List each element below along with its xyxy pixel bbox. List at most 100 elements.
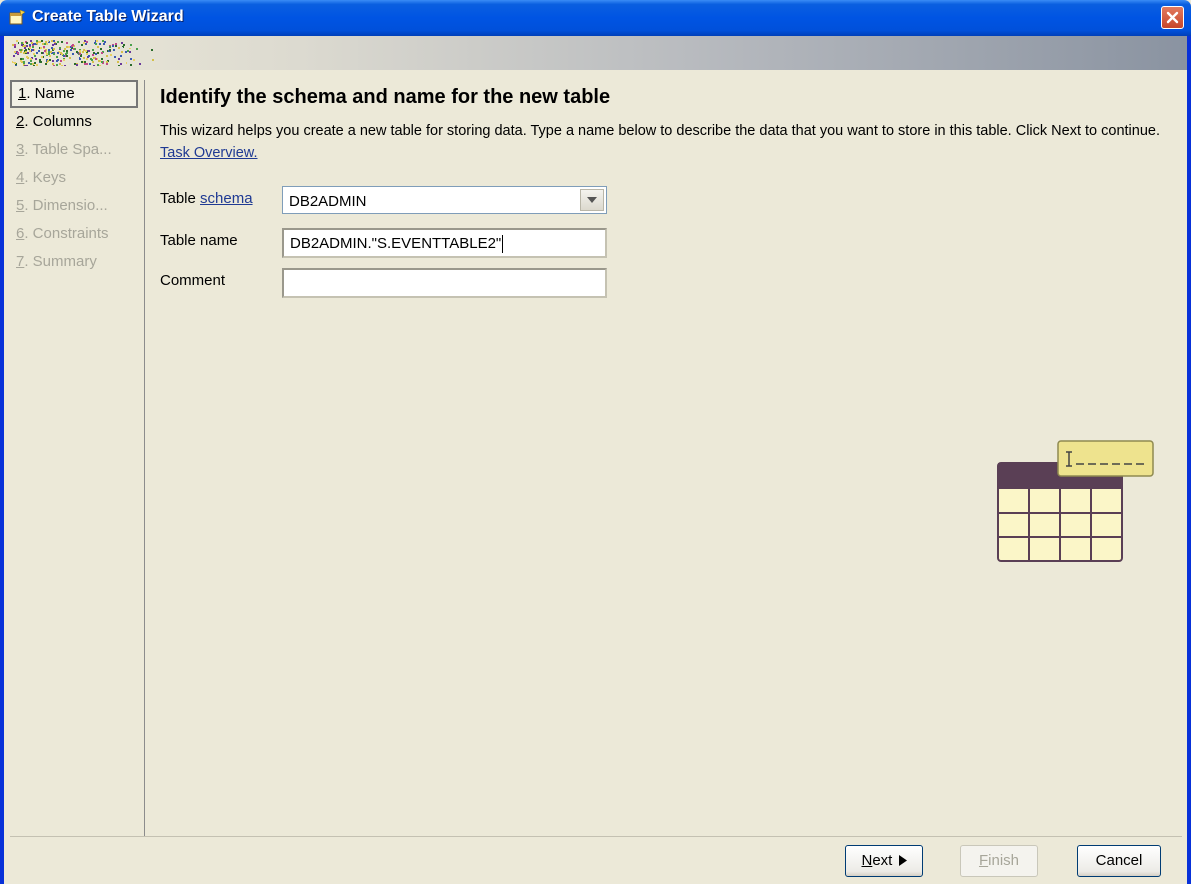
banner-dot [81, 61, 83, 63]
banner-dot [13, 60, 15, 62]
banner-dot [56, 56, 58, 58]
banner-dot [95, 53, 97, 55]
banner-dot [34, 55, 36, 57]
banner-dot [72, 53, 74, 55]
banner-dot [81, 44, 83, 46]
banner-dot [32, 46, 34, 48]
wizard-steps: 1. Name 2. Columns 3. Table Spa... 4. Keys 5… [10, 80, 145, 836]
banner-dot [44, 55, 46, 57]
step-item-7: 7. Summary [10, 248, 138, 276]
schema-label-text: Table [160, 190, 201, 207]
banner-dot [53, 65, 55, 66]
banner-dot [110, 54, 112, 56]
banner-dot [50, 51, 52, 53]
banner-dot [30, 58, 32, 60]
banner-dot [41, 40, 43, 42]
schema-combobox[interactable]: DB2ADMIN [282, 186, 607, 214]
banner-dot [46, 53, 48, 55]
banner-dot [74, 63, 76, 65]
banner-dot [109, 56, 111, 58]
banner-dot [45, 46, 47, 48]
banner-dot [83, 57, 85, 59]
banner-dot [108, 58, 110, 60]
banner-dot [52, 63, 54, 65]
next-label: ext [872, 852, 893, 869]
banner-dot [36, 42, 38, 44]
table-name-input[interactable]: DB2ADMIN."S.EVENTTABLE2" [282, 228, 607, 258]
banner-dot [46, 43, 48, 45]
banner-dot [57, 59, 59, 61]
cancel-button[interactable]: Cancel [1077, 845, 1161, 877]
banner-dot [20, 58, 22, 60]
banner-dot [25, 51, 27, 53]
banner-dot [33, 57, 35, 59]
comment-input[interactable] [282, 268, 607, 298]
banner-dot [66, 55, 68, 57]
banner-dot [26, 45, 28, 47]
banner-dot [115, 45, 117, 47]
step-item-6: 6. Constraints [10, 220, 138, 248]
banner-dot [14, 62, 16, 64]
banner-dot [100, 48, 102, 50]
banner-dot [56, 64, 58, 66]
step-label: . Name [26, 85, 75, 102]
schema-dropdown-button[interactable] [580, 189, 604, 211]
task-overview-link[interactable]: Task Overview. [160, 145, 258, 161]
banner-dot [133, 59, 135, 61]
step-item-2[interactable]: 2. Columns [10, 108, 138, 136]
banner-dot [68, 46, 70, 48]
banner-dot [103, 43, 105, 45]
banner-dot [92, 49, 94, 51]
banner-dot [125, 51, 127, 53]
next-mnemonic: N [861, 852, 873, 869]
banner-dot [12, 44, 14, 46]
page-title: Identify the schema and name for the new… [160, 86, 611, 108]
banner-dot [41, 52, 43, 54]
banner-dot [23, 52, 25, 54]
banner-dot [12, 48, 14, 50]
banner-dot [88, 55, 90, 57]
chevron-down-icon [587, 197, 597, 203]
step-label: . Dimensio... [24, 197, 108, 214]
banner-dot [83, 49, 85, 51]
banner-dot [88, 40, 90, 42]
banner-dot [95, 58, 97, 60]
banner-dot [64, 48, 66, 50]
banner-dot [20, 51, 22, 53]
banner-dot [118, 58, 120, 60]
banner-dot [88, 50, 90, 52]
banner-dot [24, 47, 26, 49]
close-button[interactable] [1161, 6, 1184, 29]
banner-dot [130, 44, 132, 46]
banner-dot [51, 47, 53, 49]
banner-dot [30, 40, 32, 42]
banner-dot [92, 54, 94, 56]
banner-dot [129, 51, 131, 53]
banner-dot [28, 62, 30, 64]
banner-dot [98, 60, 100, 62]
wizard-banner [4, 36, 1187, 70]
finish-button[interactable]: Finish [960, 845, 1038, 877]
banner-dot [53, 40, 55, 42]
next-button[interactable]: Next [845, 845, 923, 877]
close-icon [1166, 11, 1179, 24]
banner-dot [20, 60, 22, 62]
banner-dot [25, 49, 27, 51]
banner-dot [136, 48, 138, 50]
arrow-right-icon [898, 855, 907, 866]
banner-dot [44, 50, 46, 52]
banner-dot [40, 47, 42, 49]
wizard-icon [9, 9, 26, 26]
title-bar[interactable]: Create Table Wizard [0, 0, 1191, 36]
step-item-1[interactable]: 1. Name [10, 80, 138, 108]
banner-dot [32, 63, 34, 65]
banner-dot [114, 56, 116, 58]
description-body: This wizard helps you create a new table… [160, 123, 1160, 139]
schema-link[interactable]: schema [200, 190, 253, 207]
banner-dot [66, 52, 68, 54]
banner-dot [33, 53, 35, 55]
banner-dot [42, 43, 44, 45]
banner-dot [78, 41, 80, 43]
banner-dot [105, 47, 107, 49]
banner-dot [85, 43, 87, 45]
